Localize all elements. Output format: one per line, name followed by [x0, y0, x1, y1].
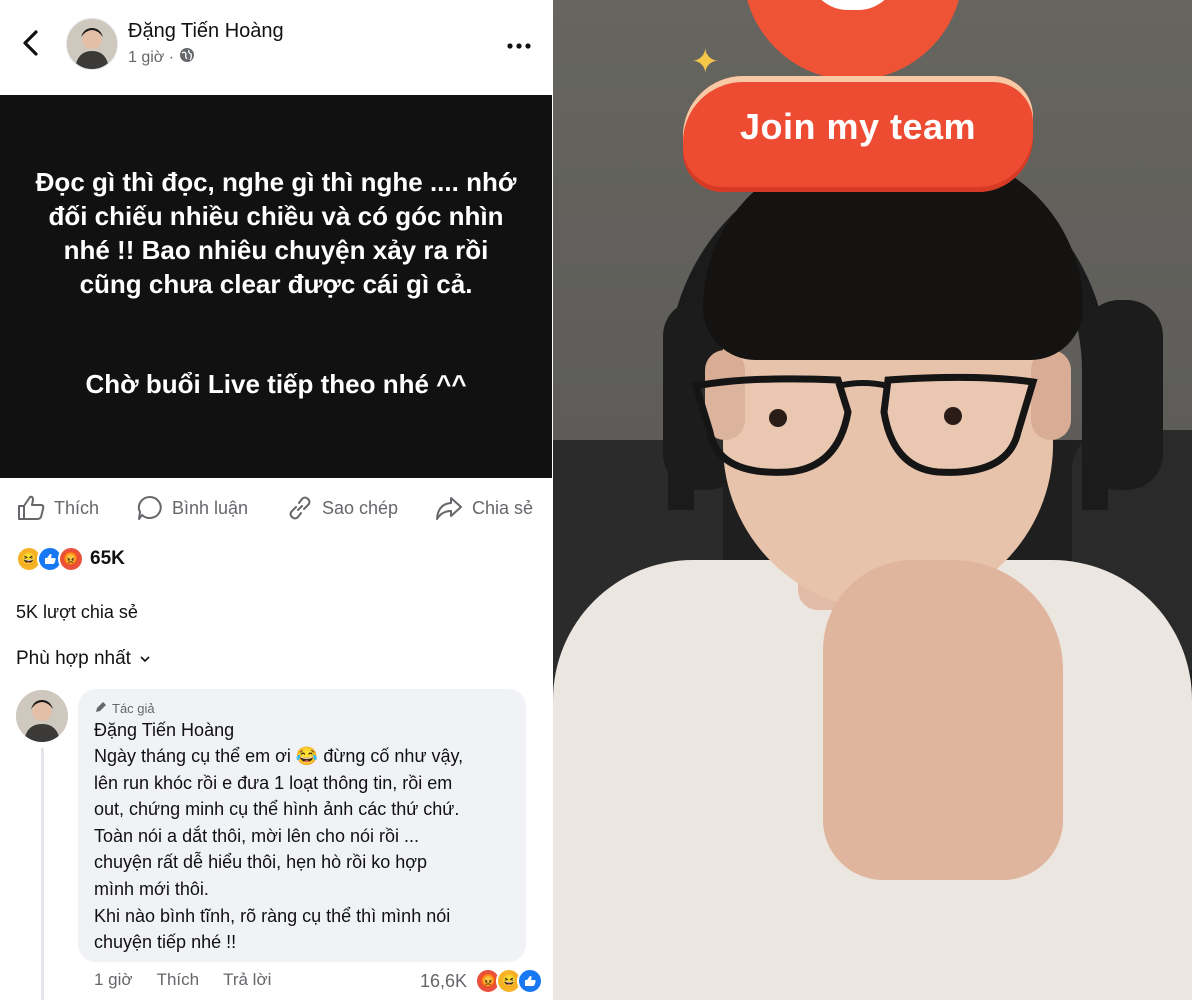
hand: [823, 560, 1063, 880]
comment-line: out, chứng minh cụ thể hình ảnh các thứ …: [94, 799, 460, 820]
pencil-icon: [94, 700, 108, 717]
earcup-right: [1083, 300, 1163, 490]
copy-label: Sao chép: [322, 497, 399, 518]
reaction-count: 65K: [90, 548, 125, 569]
like-icon: [16, 494, 46, 522]
comment-footer: 1 giờ Thích Trả lời: [94, 970, 271, 990]
author-name[interactable]: Đặng Tiến Hoàng: [128, 20, 284, 43]
author-badge-label: Tác giả: [112, 701, 155, 716]
angry-icon: 😡: [58, 546, 84, 572]
comment-like-button[interactable]: Thích: [157, 970, 200, 990]
comment-line: lên run khóc rồi e đưa 1 loạt thông tin,…: [94, 772, 453, 793]
post-header: Đặng Tiến Hoàng 1 giờ ·: [0, 0, 552, 95]
chevron-down-icon: [139, 648, 151, 670]
link-icon: [286, 494, 314, 522]
comment-line: mình mới thôi.: [94, 878, 209, 899]
thread-line: [41, 748, 44, 1000]
sort-label: Phù hợp nhất: [16, 648, 131, 669]
post-meta: 1 giờ ·: [128, 47, 195, 68]
reaction-summary[interactable]: 😆 😡 65K: [16, 546, 125, 572]
copy-button[interactable]: Sao chép: [286, 494, 398, 522]
glasses: [691, 373, 1038, 476]
comment-reply-button[interactable]: Trả lời: [223, 970, 271, 990]
like-label: Thích: [54, 497, 100, 518]
back-chevron-icon[interactable]: [20, 28, 44, 58]
comment-line: chuyện tiếp nhé !!: [94, 932, 237, 953]
comment-line: Khi nào bình tĩnh, rõ ràng cụ thể thì mì…: [94, 905, 451, 926]
comment-author-name[interactable]: Đặng Tiến Hoàng: [94, 720, 234, 741]
comment-button[interactable]: Bình luận: [136, 494, 248, 522]
avatar[interactable]: [66, 18, 118, 70]
badge-text: Join my team: [739, 106, 977, 147]
comment-avatar[interactable]: [16, 690, 68, 742]
author-badge: Tác giả: [94, 700, 155, 717]
comment-reactions[interactable]: 16,6K 😡 😆: [420, 968, 544, 994]
comment-reaction-count: 16,6K: [420, 970, 468, 991]
share-icon: [434, 494, 464, 522]
post-time[interactable]: 1 giờ ·: [128, 49, 174, 67]
facebook-post-panel: Đặng Tiến Hoàng 1 giờ · Đọc gì thì đọc, …: [0, 0, 552, 1000]
globe-icon: [179, 47, 195, 68]
comment-line: Ngày tháng cụ thể em ơi 😂 đừng cố như vậ…: [94, 746, 464, 766]
mascot-mouth: [808, 0, 898, 10]
share-button[interactable]: Chia sẻ: [434, 494, 533, 522]
comment-label: Bình luận: [172, 497, 249, 518]
comment-bubble[interactable]: Tác giả Đặng Tiến Hoàng Ngày tháng cụ th…: [78, 689, 526, 962]
join-team-badge: Join my team: [683, 76, 1033, 192]
like-reaction-icon: [517, 968, 544, 994]
action-bar: Thích Bình luận Sao chép Chia sẻ: [0, 480, 552, 532]
post-text: Đọc gì thì đọc, nghe gì thì nghe .... nh…: [35, 167, 517, 299]
comment-icon: [136, 494, 164, 522]
more-icon[interactable]: [506, 28, 532, 54]
comment-sort-dropdown[interactable]: Phù hợp nhất: [16, 648, 151, 670]
comment-line: chuyện rất dễ hiểu thôi, hẹn hò rồi ko h…: [94, 852, 428, 873]
comment-text: Ngày tháng cụ thể em ơi 😂 đừng cố như vậ…: [94, 743, 519, 956]
share-count[interactable]: 5K lượt chia sẻ: [16, 602, 138, 623]
sparkle-icon: ✦: [691, 43, 720, 81]
comment-time[interactable]: 1 giờ: [94, 970, 133, 990]
stream-photo: ✦ Join my team: [553, 0, 1192, 1000]
like-button[interactable]: Thích: [16, 494, 99, 522]
comment-line: Toàn nói a dắt thôi, mời lên cho nói rồi…: [94, 825, 419, 846]
post-text-secondary: Chờ buổi Live tiếp theo nhé ^^: [85, 369, 467, 399]
text-post[interactable]: Đọc gì thì đọc, nghe gì thì nghe .... nh…: [0, 95, 552, 478]
share-label: Chia sẻ: [472, 497, 534, 518]
